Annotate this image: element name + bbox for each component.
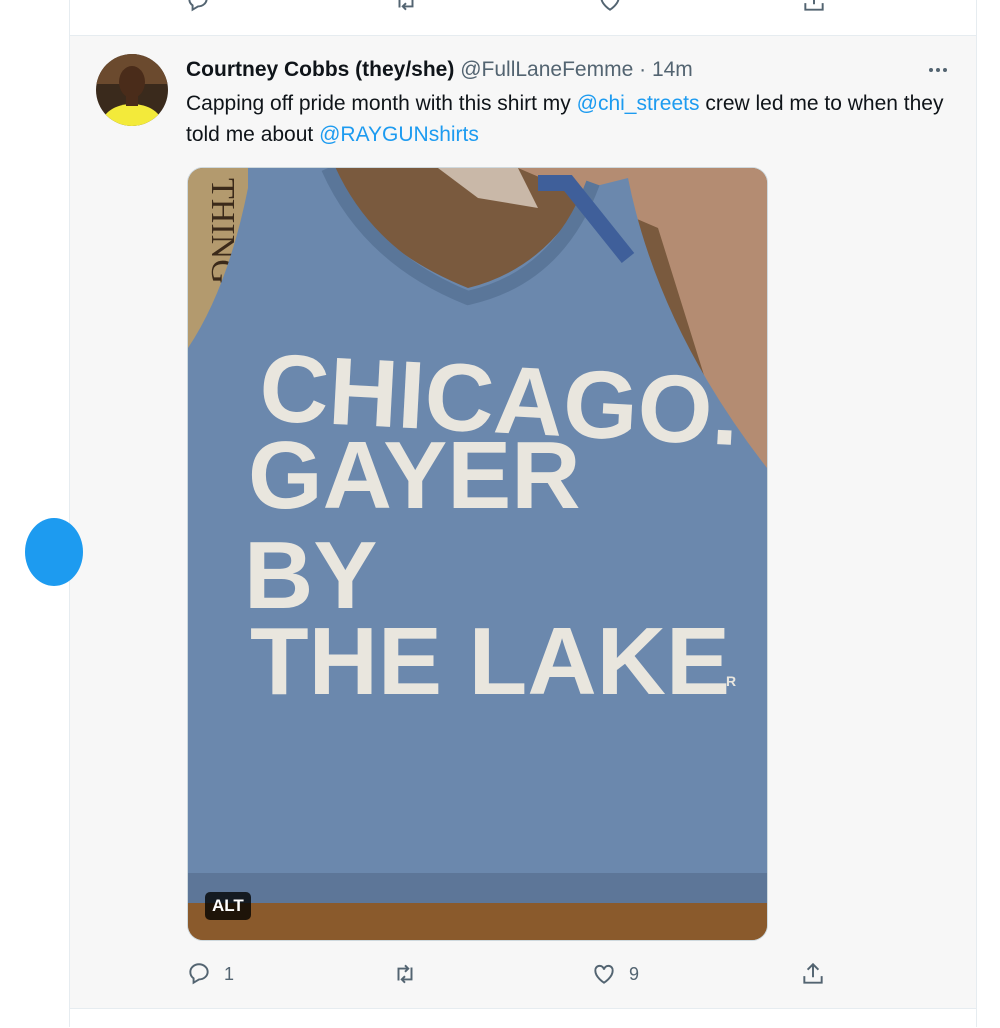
timestamp[interactable]: 14m	[652, 58, 693, 81]
share-icon	[803, 962, 823, 984]
tweet-text-part1: Capping off pride month with this shirt …	[186, 92, 577, 115]
retweet-icon[interactable]	[393, 0, 419, 14]
like-count: 9	[629, 963, 640, 984]
tweet[interactable]: Courtney Cobbs (they/she) @FullLaneFemme…	[70, 36, 976, 1008]
timeline-column: Courtney Cobbs (they/she) @FullLaneFemme…	[25, 0, 977, 1028]
like-icon	[594, 964, 614, 984]
reply-icon	[189, 963, 209, 985]
alt-badge[interactable]: ALT	[205, 892, 251, 920]
like-icon[interactable]	[597, 0, 623, 14]
mention-link[interactable]: @RAYGUNshirts	[319, 123, 479, 146]
tweet-actions: 1 9	[186, 956, 846, 992]
previous-tweet-actions	[70, 0, 976, 36]
retweet-icon	[397, 964, 413, 984]
reply-count: 1	[224, 963, 235, 984]
share-button[interactable]	[800, 956, 826, 992]
avatar[interactable]	[96, 54, 168, 126]
separator: ·	[639, 58, 647, 81]
tweet-image[interactable]: THING CHICAGO. GAYER BY THE LAKE R ALT	[187, 167, 768, 941]
more-icon[interactable]	[926, 58, 950, 82]
shirt-line-4: THE LAKE	[250, 608, 730, 715]
retweet-button[interactable]	[392, 956, 430, 992]
registered-mark: R	[726, 673, 736, 689]
tweet-text: Capping off pride month with this shirt …	[186, 88, 946, 150]
author-handle[interactable]: @FullLaneFemme	[460, 58, 633, 81]
reply-button[interactable]: 1	[186, 956, 234, 992]
mention-link[interactable]: @chi_streets	[577, 92, 700, 115]
reply-icon[interactable]	[185, 0, 211, 14]
tweet-header: Courtney Cobbs (they/she) @FullLaneFemme…	[186, 56, 693, 84]
share-icon[interactable]	[801, 0, 827, 14]
next-tweet-edge	[70, 1008, 976, 1028]
shirt-line-2: GAYER	[248, 422, 581, 529]
author-name[interactable]: Courtney Cobbs (they/she)	[186, 58, 454, 81]
like-button[interactable]: 9	[591, 956, 639, 992]
